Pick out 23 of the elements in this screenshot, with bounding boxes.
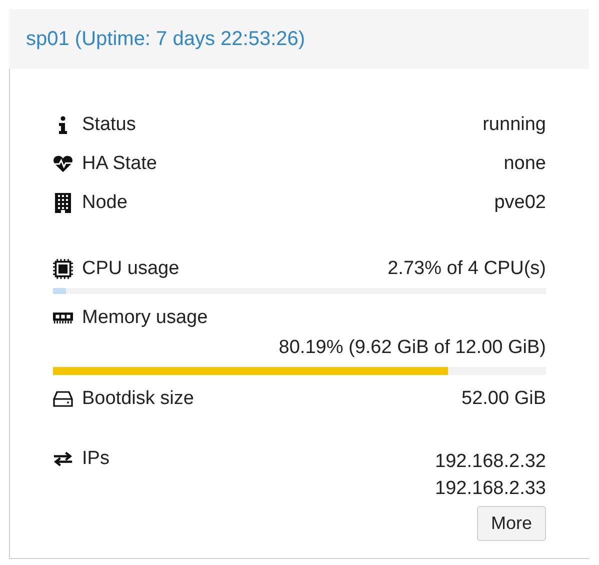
heartbeat-icon bbox=[53, 154, 73, 172]
building-icon bbox=[55, 192, 71, 212]
ip-address: 192.168.2.32 bbox=[435, 450, 546, 474]
row-label: Status bbox=[82, 114, 136, 136]
row-value: 80.19% (9.62 GiB of 12.00 GiB) bbox=[278, 337, 546, 359]
row-value: none bbox=[504, 152, 546, 174]
chip-icon bbox=[53, 258, 73, 280]
row-label: HA State bbox=[82, 152, 157, 174]
row-value: 2.73% of 4 CPU(s) bbox=[388, 258, 546, 280]
memory-icon bbox=[53, 312, 73, 324]
row-value: running bbox=[482, 114, 546, 136]
row-label: Node bbox=[82, 192, 128, 214]
row-value: pve02 bbox=[494, 192, 546, 214]
row-label: IPs bbox=[82, 448, 110, 470]
row-label: Memory usage bbox=[82, 307, 208, 329]
info-icon bbox=[58, 116, 68, 134]
row-value: 52.00 GiB bbox=[462, 388, 546, 410]
swap-arrows-icon bbox=[53, 451, 73, 467]
row-label: CPU usage bbox=[82, 258, 180, 280]
panel-title: sp01 (Uptime: 7 days 22:53:26) bbox=[26, 28, 306, 50]
more-button[interactable]: More bbox=[476, 506, 546, 541]
row-label: Bootdisk size bbox=[82, 388, 194, 410]
ip-address: 192.168.2.33 bbox=[435, 477, 546, 501]
